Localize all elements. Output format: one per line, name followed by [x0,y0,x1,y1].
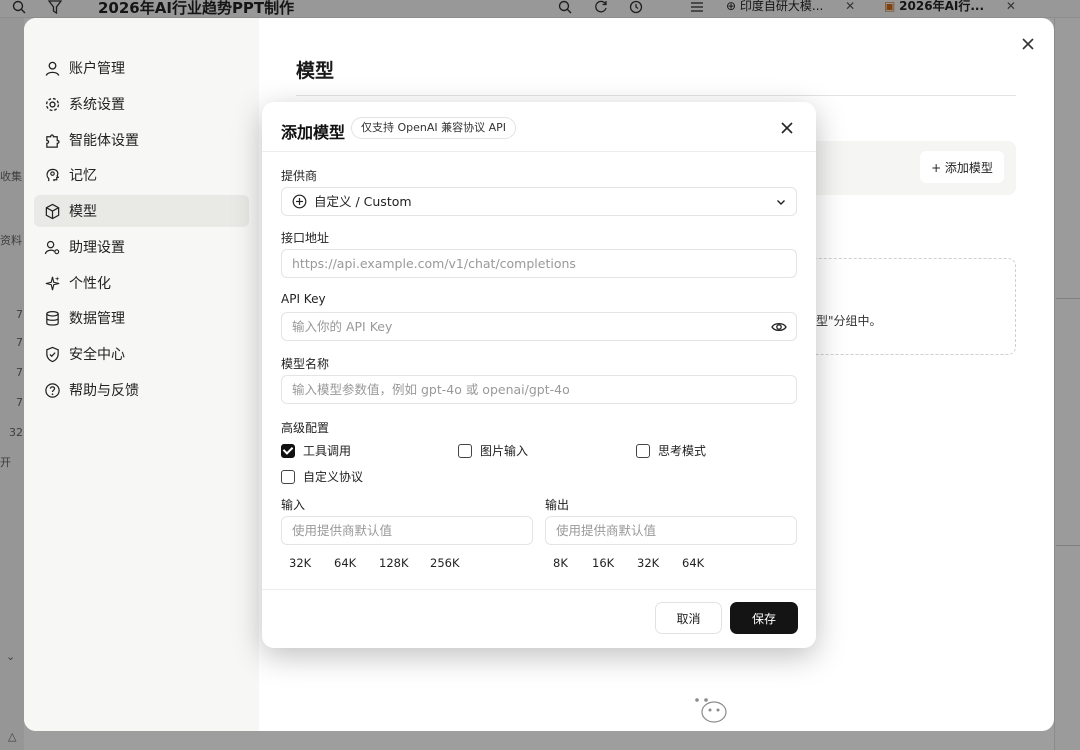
sidebar-item-account[interactable]: 账户管理 [34,52,249,84]
empty-state-text: 型"分组中。 [816,314,882,328]
chevron-down-icon [777,200,785,205]
output-tokens-input[interactable]: 使用提供商默认值 [545,516,797,545]
add-model-modal: 添加模型 仅支持 OpenAI 兼容协议 API 提供商 自定义 / Custo… [262,102,816,648]
endpoint-input[interactable]: https://api.example.com/v1/chat/completi… [281,249,797,278]
sparkles-icon [45,275,60,290]
watermark: 公众号 · 夕小瑶科技说 [686,688,997,725]
model-name-input[interactable]: 输入模型参数值，例如 gpt-4o 或 openai/gpt-4o [281,375,797,404]
sidebar-item-label: 个性化 [69,276,111,292]
input-preset-chip[interactable]: 32K [289,556,311,570]
sidebar-item-label: 账户管理 [69,61,125,77]
output-preset-chip[interactable]: 8K [553,556,568,570]
sidebar-item-label: 帮助与反馈 [69,383,139,399]
provider-value: 自定义 / Custom [314,194,412,209]
sidebar-item-label: 模型 [69,204,97,220]
sidebar-item-security[interactable]: 安全中心 [34,338,249,370]
sidebar-item-label: 数据管理 [69,311,125,327]
provider-select[interactable]: 自定义 / Custom [281,187,797,216]
watermark-text: 公众号 · 夕小瑶科技说 [738,694,997,724]
close-icon[interactable] [780,121,794,135]
sidebar-item-agent[interactable]: 智能体设置 [34,124,249,156]
endpoint-label: 接口地址 [281,231,330,245]
sidebar-item-personalize[interactable]: 个性化 [34,267,249,299]
cube-icon [45,203,60,219]
puzzle-icon [46,133,60,148]
output-preset-chip[interactable]: 64K [682,556,704,570]
sidebar-item-label: 系统设置 [69,97,125,113]
shield-icon [46,346,59,362]
plus-circle-icon [292,194,307,209]
sidebar-item-system[interactable]: 系统设置 [34,88,249,120]
advanced-label: 高级配置 [281,421,330,435]
sidebar-item-data[interactable]: 数据管理 [34,302,249,334]
input-preset-chip[interactable]: 64K [334,556,356,570]
brain-icon [46,168,60,181]
sidebar-item-models[interactable]: 模型 [34,195,249,227]
api-key-input[interactable]: 输入你的 API Key [281,312,797,341]
cancel-button[interactable]: 取消 [655,602,722,634]
input-label: 输入 [281,498,306,512]
divider [296,95,1016,96]
output-preset-chip[interactable]: 16K [592,556,614,570]
checkbox-unchecked[interactable] [458,443,472,458]
checkbox-label: 图片输入 [480,444,529,458]
divider [262,151,816,152]
sidebar-item-label: 助理设置 [69,240,125,256]
close-icon[interactable] [1019,35,1037,53]
sidebar-item-label: 智能体设置 [69,133,139,149]
output-preset-chip[interactable]: 32K [637,556,659,570]
modal-title: 添加模型 [281,123,346,142]
divider [262,589,816,590]
model-name-label: 模型名称 [281,357,330,371]
database-icon [46,310,59,326]
input-tokens-input[interactable]: 使用提供商默认值 [281,516,533,545]
eye-icon[interactable] [771,320,787,334]
checkbox-label: 思考模式 [658,444,707,458]
sidebar-item-label: 记忆 [69,168,97,184]
sidebar-item-label: 安全中心 [69,347,125,363]
add-model-button[interactable]: + 添加模型 [920,151,1004,183]
output-label: 输出 [545,498,570,512]
page-title: 模型 [296,60,335,82]
help-icon [45,382,60,398]
protocol-badge: 仅支持 OpenAI 兼容协议 API [351,117,517,139]
sidebar-item-help[interactable]: 帮助与反馈 [34,374,249,406]
input-preset-chip[interactable]: 128K [379,556,409,570]
checkbox-checked[interactable] [281,443,295,458]
checkbox-tool-calling[interactable]: 工具调用 [281,442,351,459]
checkbox-image-input[interactable]: 图片输入 [458,442,528,459]
save-button[interactable]: 保存 [730,602,798,634]
checkbox-unchecked[interactable] [636,443,650,458]
user-icon [45,61,60,76]
settings-sidebar: 账户管理 系统设置 智能体设置 记忆 模型 助理设置 个性化 数据管理 安全中心… [24,18,259,731]
checkbox-thinking-mode[interactable]: 思考模式 [636,442,706,459]
sidebar-item-memory[interactable]: 记忆 [34,159,249,191]
input-preset-chip[interactable]: 256K [430,556,460,570]
checkbox-label: 自定义协议 [303,470,364,484]
user-gear-icon [44,240,60,254]
checkbox-label: 工具调用 [303,444,352,458]
wechat-icon [688,691,727,723]
sidebar-item-assistant[interactable]: 助理设置 [34,231,249,263]
api-key-label: API Key [281,292,326,306]
api-key-placeholder: 输入你的 API Key [292,319,393,334]
checkbox-custom-protocol[interactable]: 自定义协议 [281,468,363,485]
provider-label: 提供商 [281,169,318,183]
gear-icon [45,97,60,111]
checkbox-unchecked[interactable] [281,469,295,484]
